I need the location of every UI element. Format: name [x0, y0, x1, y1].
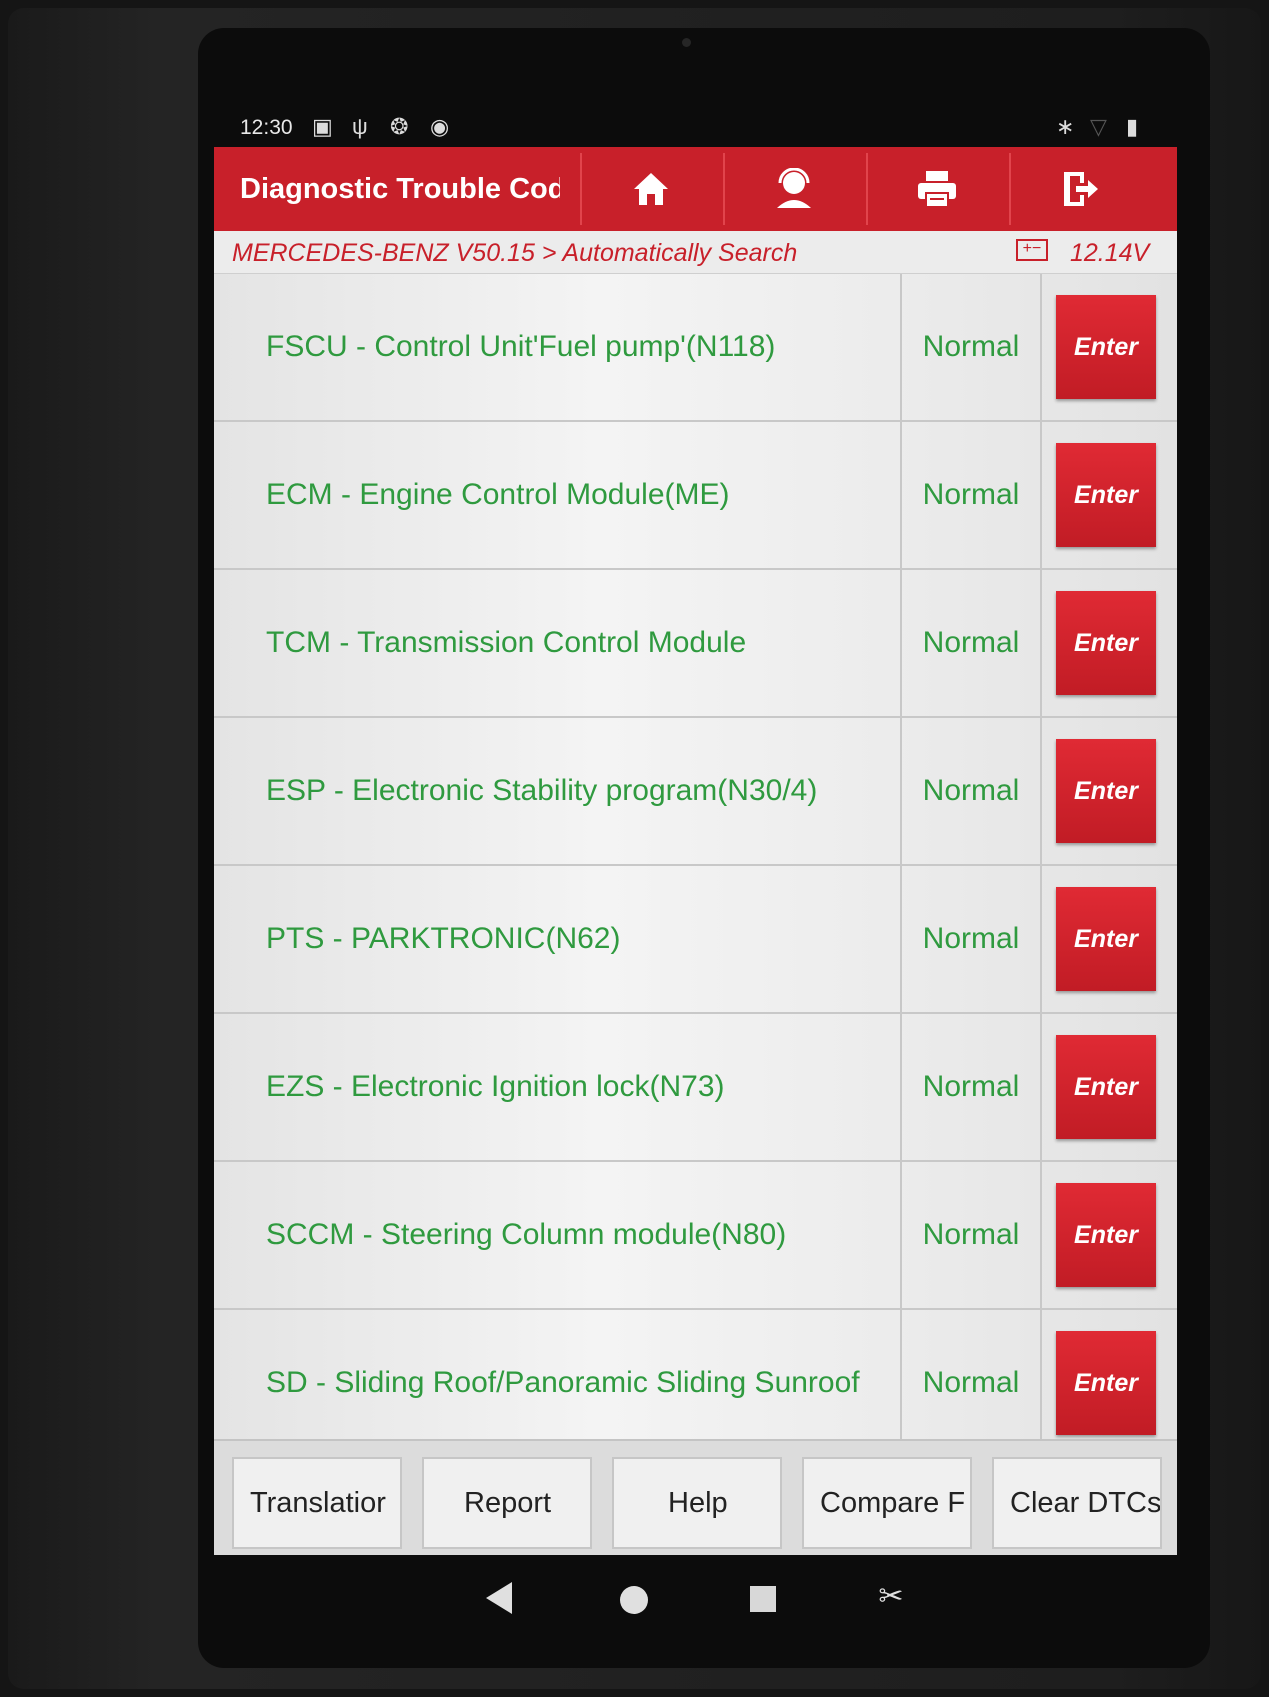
print-icon [918, 171, 956, 208]
shield-icon: ◉ [430, 114, 450, 139]
action-toolbar: Translatior Report Help Compare F Clear … [214, 1439, 1177, 1555]
compare-button[interactable]: Compare F [802, 1457, 972, 1549]
module-row: SD - Sliding Roof/Panoramic Sliding Sunr… [214, 1310, 1177, 1458]
module-row: ESP - Electronic Stability program(N30/4… [214, 718, 1177, 866]
module-row: TCM - Transmission Control Module Normal… [214, 570, 1177, 718]
image-icon: ▣ [312, 114, 333, 139]
enter-button[interactable]: Enter [1056, 443, 1156, 547]
module-row: SCCM - Steering Column module(N80) Norma… [214, 1162, 1177, 1310]
module-name: PTS - PARKTRONIC(N62) [266, 922, 621, 955]
wifi-icon: ▽ [1090, 114, 1107, 139]
module-status: Normal [900, 1162, 1042, 1308]
app-header: Diagnostic Trouble Cod [214, 147, 1177, 231]
module-status: Normal [900, 1014, 1042, 1160]
module-name: TCM - Transmission Control Module [266, 626, 747, 659]
module-row: EZS - Electronic Ignition lock(N73) Norm… [214, 1014, 1177, 1162]
enter-button[interactable]: Enter [1056, 591, 1156, 695]
clear-dtcs-button[interactable]: Clear DTCs [992, 1457, 1162, 1549]
diagnostic-app: Diagnostic Trouble Cod MERCEDES-BENZ V50… [214, 147, 1177, 1555]
module-status: Normal [900, 422, 1042, 568]
settings-icon: ❂ [390, 114, 409, 139]
home-nav-icon[interactable] [620, 1586, 648, 1614]
android-nav-bar: ✂ [214, 1560, 1177, 1640]
module-row: ECM - Engine Control Module(ME) Normal E… [214, 422, 1177, 570]
module-name: EZS - Electronic Ignition lock(N73) [266, 1070, 725, 1103]
status-bar: 12:30 ▣ ψ ❂ ◉ ∗ ▽ ▮ [214, 108, 1174, 148]
front-camera [682, 38, 691, 47]
module-status: Normal [900, 274, 1042, 420]
print-button[interactable] [866, 153, 1006, 225]
module-name: FSCU - Control Unit'Fuel pump'(N118) [266, 330, 776, 363]
module-name: ESP - Electronic Stability program(N30/4… [266, 774, 818, 807]
translation-button[interactable]: Translatior [232, 1457, 402, 1549]
back-icon[interactable] [486, 1582, 512, 1614]
module-status: Normal [900, 570, 1042, 716]
support-button[interactable] [723, 153, 863, 225]
module-status: Normal [900, 718, 1042, 864]
recent-apps-icon[interactable] [750, 1586, 776, 1612]
battery-voltage: 12.14V [1070, 239, 1150, 267]
module-row: PTS - PARKTRONIC(N62) Normal Enter [214, 866, 1177, 1014]
exit-icon [1064, 172, 1098, 206]
enter-button[interactable]: Enter [1056, 1035, 1156, 1139]
module-name: SD - Sliding Roof/Panoramic Sliding Sunr… [266, 1366, 860, 1399]
module-status: Normal [900, 1310, 1042, 1456]
enter-button[interactable]: Enter [1056, 739, 1156, 843]
status-time: 12:30 [240, 116, 293, 139]
screenshot-icon[interactable]: ✂ [874, 1580, 908, 1614]
module-list: FSCU - Control Unit'Fuel pump'(N118) Nor… [214, 274, 1177, 1458]
home-button[interactable] [580, 153, 720, 225]
car-battery-icon: +− [1016, 239, 1048, 261]
enter-button[interactable]: Enter [1056, 887, 1156, 991]
home-icon [634, 173, 668, 205]
bluetooth-icon: ∗ [1056, 114, 1075, 139]
battery-icon: ▮ [1126, 114, 1139, 139]
breadcrumb: MERCEDES-BENZ V50.15 > Automatically Sea… [214, 231, 1177, 274]
module-status: Normal [900, 866, 1042, 1012]
help-button[interactable]: Help [612, 1457, 782, 1549]
exit-button[interactable] [1009, 153, 1149, 225]
stethoscope-icon: ψ [352, 114, 368, 139]
enter-button[interactable]: Enter [1056, 1183, 1156, 1287]
enter-button[interactable]: Enter [1056, 1331, 1156, 1435]
support-icon [777, 168, 811, 208]
breadcrumb-text: MERCEDES-BENZ V50.15 > Automatically Sea… [232, 239, 798, 267]
enter-button[interactable]: Enter [1056, 295, 1156, 399]
report-button[interactable]: Report [422, 1457, 592, 1549]
module-name: SCCM - Steering Column module(N80) [266, 1218, 787, 1251]
page-title: Diagnostic Trouble Cod [240, 173, 560, 205]
module-name: ECM - Engine Control Module(ME) [266, 478, 730, 511]
module-row: FSCU - Control Unit'Fuel pump'(N118) Nor… [214, 274, 1177, 422]
